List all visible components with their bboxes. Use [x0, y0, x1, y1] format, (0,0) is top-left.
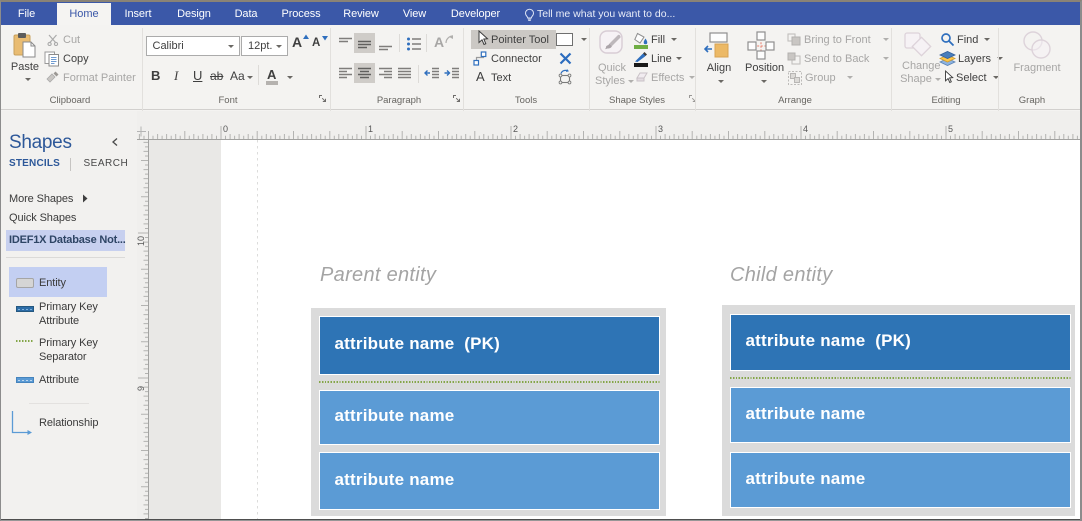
svg-text:10: 10 [136, 236, 146, 246]
svg-text:0: 0 [223, 124, 228, 134]
svg-text:9: 9 [136, 386, 146, 391]
svg-text:4: 4 [803, 124, 808, 134]
svg-text:2: 2 [513, 124, 518, 134]
svg-text:3: 3 [658, 124, 663, 134]
svg-text:5: 5 [948, 124, 953, 134]
svg-text:1: 1 [368, 124, 373, 134]
